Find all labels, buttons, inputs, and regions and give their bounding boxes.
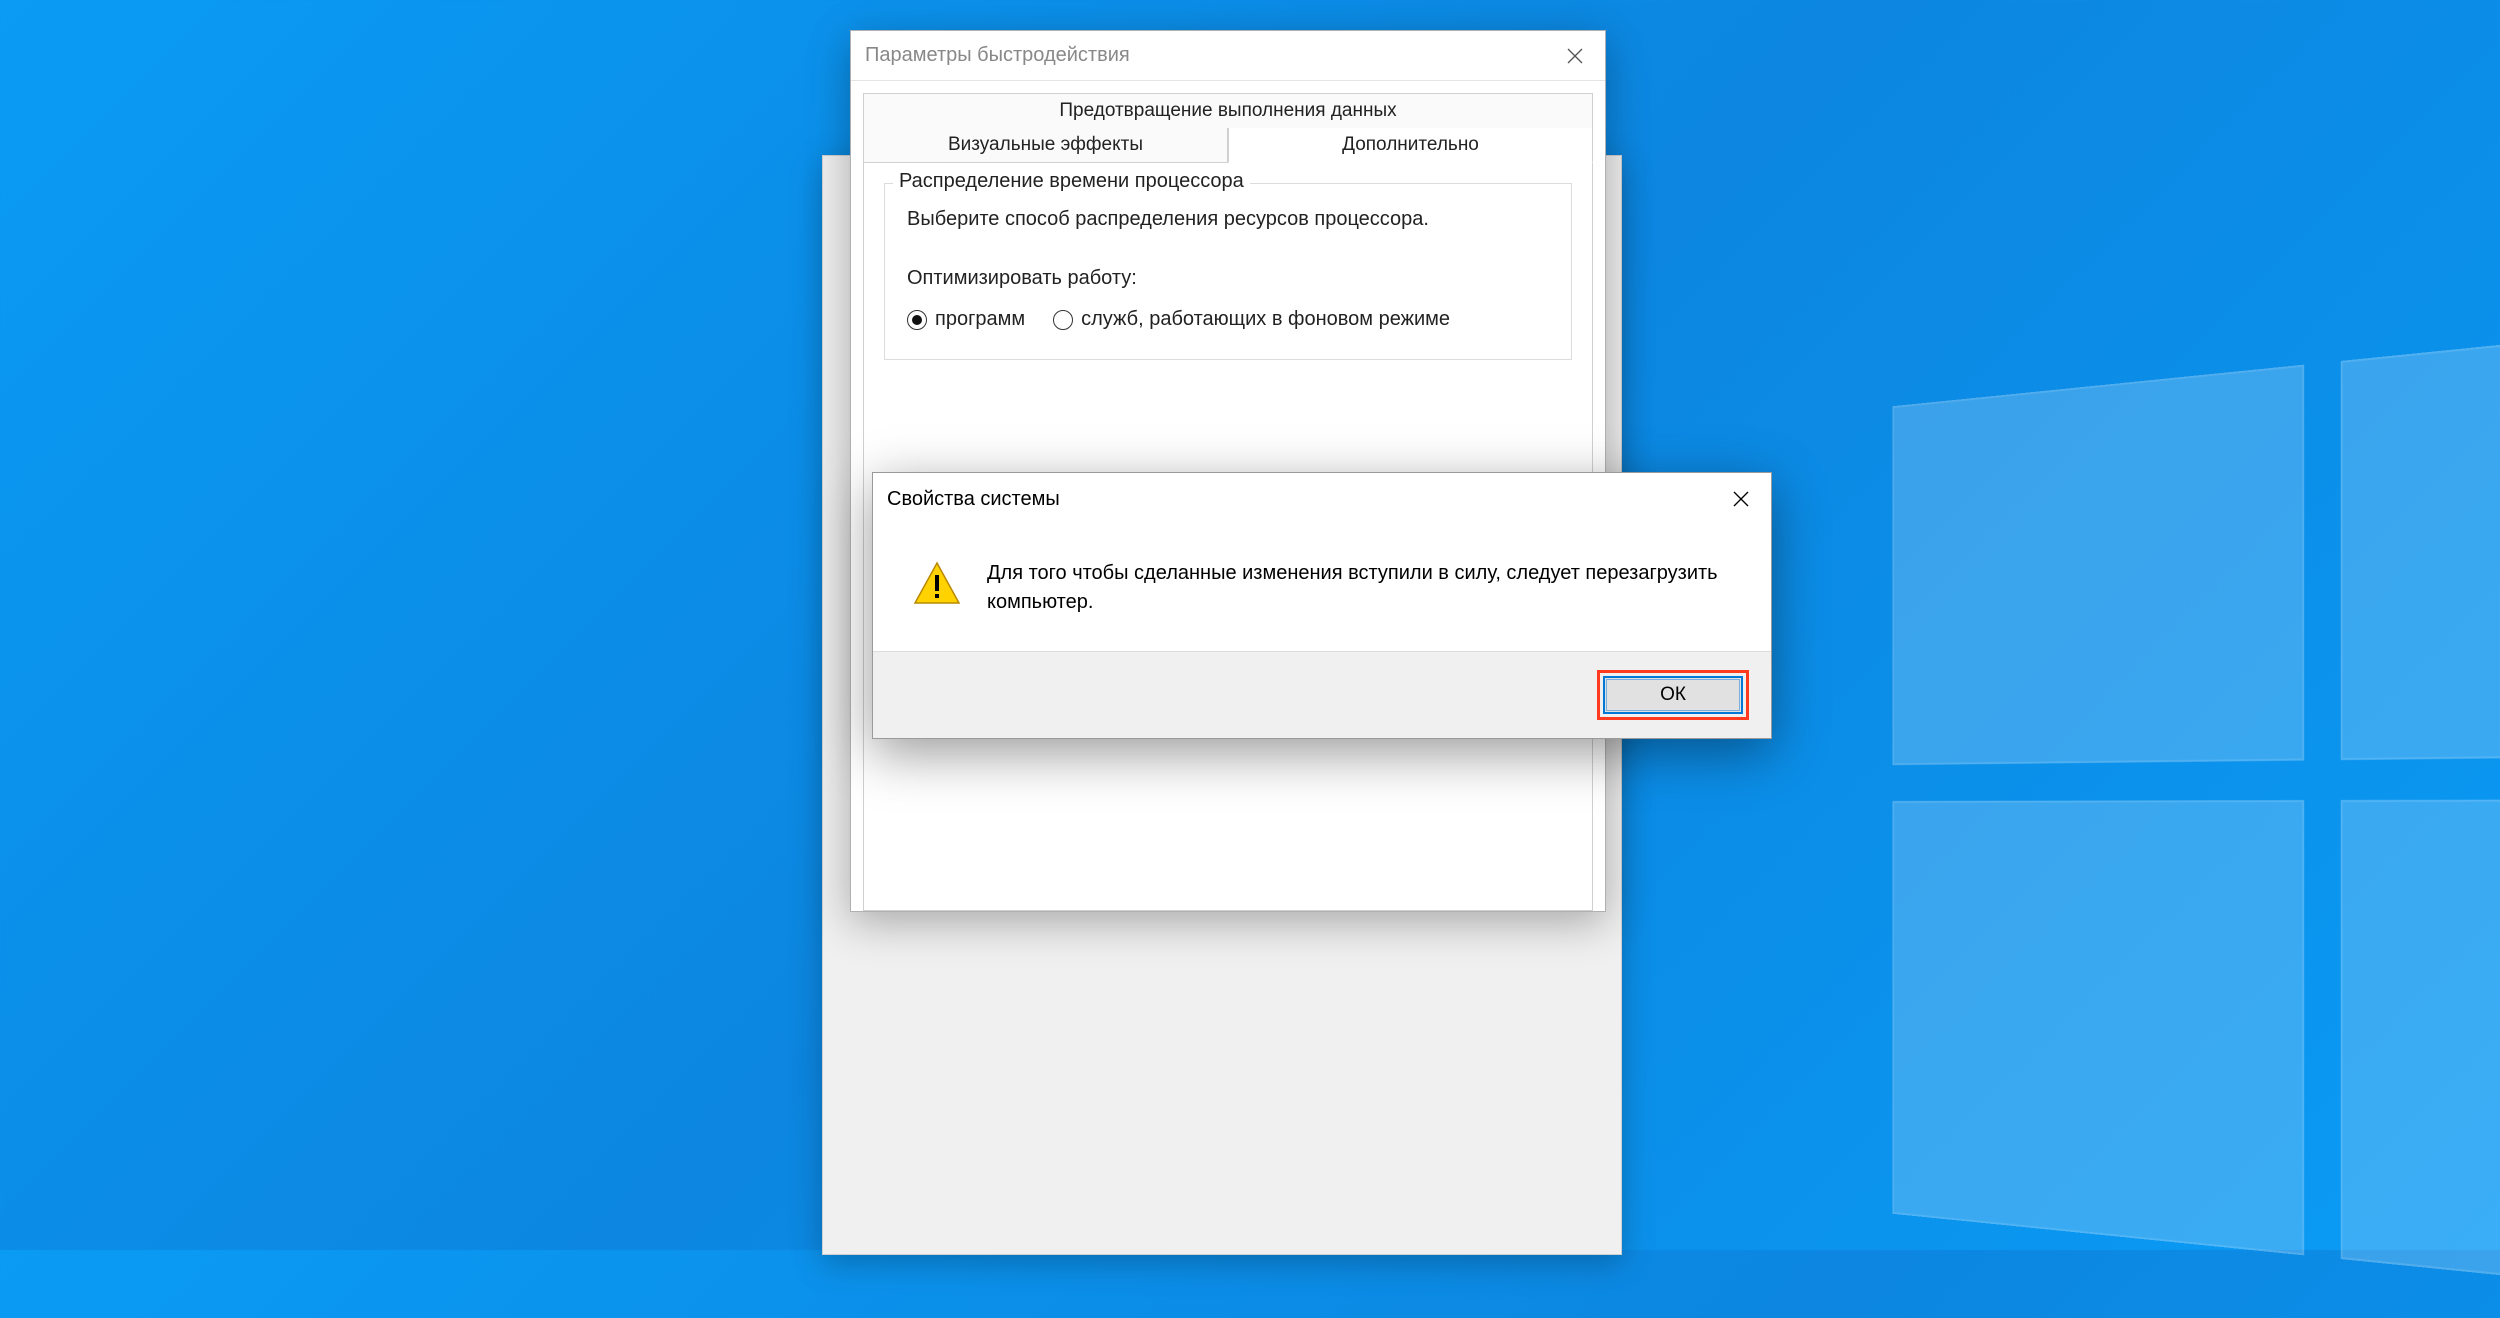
radio-programs-label: программ bbox=[935, 308, 1025, 331]
performance-options-dialog: Параметры быстродействия Предотвращение … bbox=[850, 30, 1606, 912]
close-icon bbox=[1733, 491, 1749, 507]
msgbox-title: Свойства системы bbox=[887, 488, 1060, 511]
perf-dialog-title: Параметры быстродействия bbox=[865, 44, 1130, 67]
radio-programs[interactable]: программ bbox=[907, 308, 1025, 331]
perf-dialog-titlebar[interactable]: Параметры быстродействия bbox=[851, 31, 1605, 81]
group-legend: Распределение времени процессора bbox=[893, 170, 1250, 193]
msgbox-message: Для того чтобы сделанные изменения вступ… bbox=[987, 559, 1731, 617]
radio-background-services[interactable]: служб, работающих в фоновом режиме bbox=[1053, 308, 1450, 331]
msgbox-body: Для того чтобы сделанные изменения вступ… bbox=[873, 525, 1771, 651]
system-properties-messagebox: Свойства системы Для того чтобы сделанны… bbox=[872, 472, 1772, 739]
tab-dep[interactable]: Предотвращение выполнения данных bbox=[863, 93, 1593, 128]
msgbox-titlebar[interactable]: Свойства системы bbox=[873, 473, 1771, 525]
warning-icon bbox=[913, 559, 961, 607]
radio-icon bbox=[907, 310, 927, 330]
msgbox-close-button[interactable] bbox=[1711, 474, 1771, 524]
optimize-label: Оптимизировать работу: bbox=[907, 267, 1549, 290]
radio-services-label: служб, работающих в фоновом режиме bbox=[1081, 308, 1450, 331]
perf-dialog-close-button[interactable] bbox=[1545, 31, 1605, 81]
windows-logo-background bbox=[1892, 302, 2500, 1318]
radio-group: программ служб, работающих в фоновом реж… bbox=[907, 308, 1549, 331]
tab-advanced[interactable]: Дополнительно bbox=[1228, 128, 1593, 163]
msgbox-footer: ОК bbox=[873, 651, 1771, 738]
close-icon bbox=[1567, 48, 1583, 64]
ok-button-highlight: ОК bbox=[1597, 670, 1749, 720]
radio-icon bbox=[1053, 310, 1073, 330]
tab-visual-effects[interactable]: Визуальные эффекты bbox=[863, 128, 1228, 163]
processor-scheduling-group: Распределение времени процессора Выберит… bbox=[884, 183, 1572, 360]
ok-button[interactable]: ОК bbox=[1603, 676, 1743, 714]
group-description: Выберите способ распределения ресурсов п… bbox=[907, 208, 1549, 231]
